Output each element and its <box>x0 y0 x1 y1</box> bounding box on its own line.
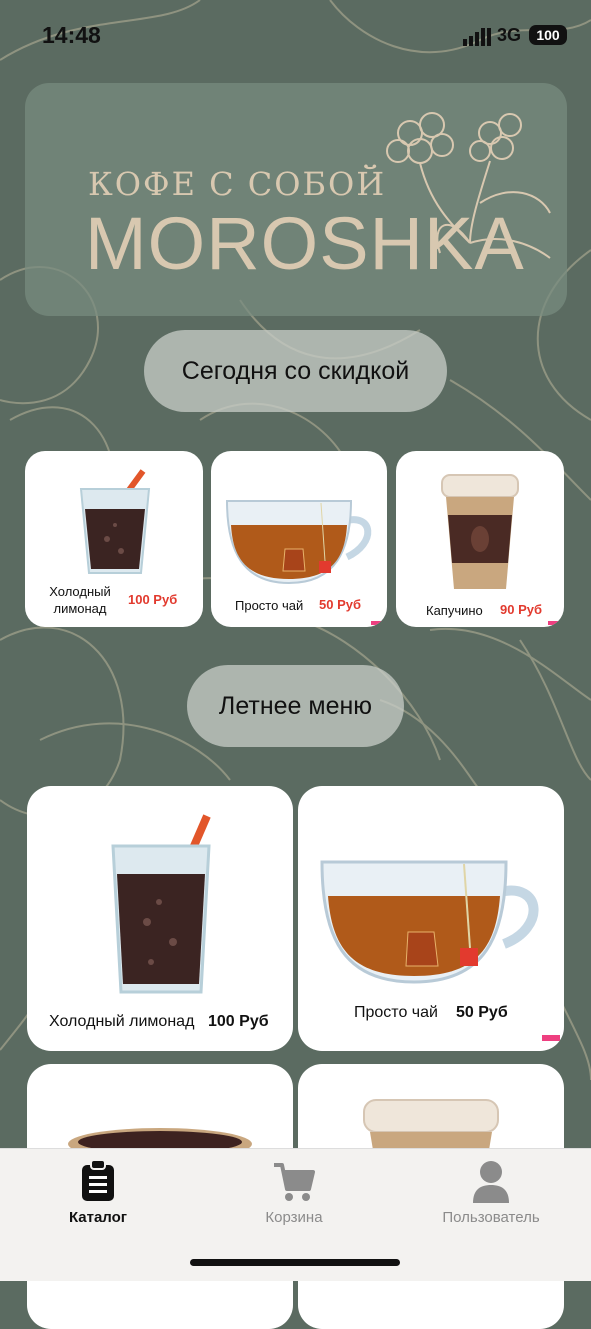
status-time: 14:48 <box>42 22 101 48</box>
tea-cup-icon <box>225 500 372 585</box>
clipboard-icon <box>82 1159 114 1201</box>
menu-item-name: Холодный лимонад <box>49 1013 195 1030</box>
menu-item-name: Просто чай <box>354 1004 438 1021</box>
tea-cup-icon <box>320 860 539 984</box>
lemonade-icon <box>79 469 151 574</box>
discount-item-name: Просто чай <box>235 598 304 613</box>
signal-icon <box>463 28 491 46</box>
sticker-mark <box>371 621 382 625</box>
sticker-mark <box>548 621 559 625</box>
summer-section-title: Летнее меню <box>187 665 404 747</box>
brand-banner: КОФЕ С СОБОЙ MOROSHKA <box>25 83 567 316</box>
tab-cart[interactable]: Корзина <box>204 1159 384 1239</box>
discount-card-lemonade[interactable]: Холодный лимонад 100 Руб <box>25 451 203 627</box>
banner-tagline: КОФЕ С СОБОЙ <box>88 165 387 203</box>
tab-label: Корзина <box>265 1209 323 1226</box>
menu-card-tea[interactable]: Просто чай 50 Руб <box>298 786 564 1051</box>
discount-item-price: 100 Руб <box>128 592 178 607</box>
discount-item-name: Капучино <box>426 603 483 618</box>
user-icon <box>473 1161 509 1203</box>
lemonade-icon <box>111 814 211 994</box>
sticker-mark <box>542 1035 560 1041</box>
discount-item-name: Холодный лимонад <box>49 584 111 616</box>
cloudberry-icon <box>386 112 551 259</box>
battery-icon: 100 <box>529 25 567 45</box>
menu-card-lemonade[interactable]: Холодный лимонад 100 Руб <box>27 786 293 1051</box>
home-indicator <box>190 1259 400 1266</box>
tab-label: Каталог <box>68 1209 128 1226</box>
cart-icon <box>274 1163 315 1201</box>
discount-card-cappuccino[interactable]: Капучино 90 Руб <box>396 451 564 627</box>
discount-section-title: Сегодня со скидкой <box>144 330 447 412</box>
menu-item-price: 100 Руб <box>208 1013 269 1030</box>
coffee-cup-icon <box>363 1099 499 1156</box>
tab-label: Пользователь <box>442 1209 540 1226</box>
discount-card-tea[interactable]: Просто чай 50 Руб <box>211 451 387 627</box>
menu-item-price: 50 Руб <box>456 1004 508 1021</box>
status-bar: 14:48 3G 100 <box>0 0 591 70</box>
discount-item-price: 90 Руб <box>500 602 543 617</box>
tab-user[interactable]: Пользователь <box>401 1159 581 1239</box>
coffee-cup-icon <box>441 474 519 589</box>
discount-item-price: 50 Руб <box>319 597 362 612</box>
network-type: 3G <box>497 25 522 45</box>
tab-catalog[interactable]: Каталог <box>8 1159 188 1239</box>
